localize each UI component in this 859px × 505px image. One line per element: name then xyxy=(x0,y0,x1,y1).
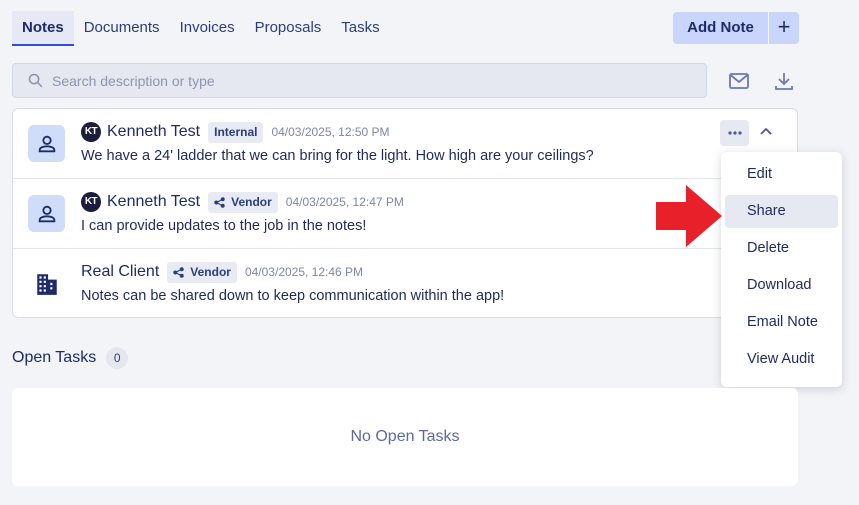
tab-bar: Notes Documents Invoices Proposals Tasks xyxy=(12,11,390,46)
menu-item-view-audit[interactable]: View Audit xyxy=(725,343,838,376)
chevron-up-icon[interactable] xyxy=(759,124,773,138)
tab-proposals[interactable]: Proposals xyxy=(245,11,332,46)
menu-item-email-note[interactable]: Email Note xyxy=(725,306,838,339)
note-author: Kenneth Test xyxy=(107,123,201,140)
building-icon xyxy=(36,273,57,295)
note-author: Kenneth Test xyxy=(107,193,201,210)
note-body: Notes can be shared down to keep communi… xyxy=(81,288,505,304)
author-initials: KT xyxy=(81,192,101,212)
search-bar xyxy=(12,63,707,98)
note-header: Real Client Vendor 04/03/2025, 12:46 PM xyxy=(81,261,363,283)
note-body: We have a 24' ladder that we can bring f… xyxy=(81,148,594,164)
download-icon[interactable] xyxy=(772,69,796,93)
badge-label: Vendor xyxy=(231,194,272,209)
open-tasks-header: Open Tasks 0 xyxy=(12,347,129,369)
note-body: I can provide updates to the job in the … xyxy=(81,218,367,234)
person-icon xyxy=(38,135,55,152)
note-timestamp: 04/03/2025, 12:47 PM xyxy=(285,195,404,209)
open-tasks-title: Open Tasks xyxy=(12,349,97,366)
add-note-plus-button[interactable]: + xyxy=(768,12,799,44)
ellipsis-icon xyxy=(727,131,742,135)
visibility-badge: Internal xyxy=(208,121,264,143)
email-icon[interactable] xyxy=(727,69,751,93)
empty-state-text: No Open Tasks xyxy=(350,428,460,445)
tab-tasks[interactable]: Tasks xyxy=(331,11,389,46)
person-icon xyxy=(38,205,55,222)
search-input[interactable] xyxy=(52,72,672,89)
note-author: Real Client xyxy=(81,263,160,280)
avatar xyxy=(28,265,65,302)
note-item: KT Kenneth Test Internal 04/03/2025, 12:… xyxy=(13,109,797,178)
add-note-split-button: Add Note + xyxy=(673,12,799,44)
open-tasks-count-badge: 0 xyxy=(106,347,129,369)
menu-item-share[interactable]: Share xyxy=(725,195,838,228)
add-note-button[interactable]: Add Note xyxy=(673,12,768,44)
badge-label: Vendor xyxy=(190,264,231,279)
red-arrow-annotation xyxy=(656,185,722,247)
note-actions-menu: Edit Share Delete Download Email Note Vi… xyxy=(721,152,842,387)
open-tasks-panel: No Open Tasks xyxy=(12,388,798,486)
avatar xyxy=(28,125,65,162)
note-header: KT Kenneth Test Vendor 04/03/2025, 12:47… xyxy=(81,191,404,213)
visibility-badge: Vendor xyxy=(208,191,278,213)
note-item: Real Client Vendor 04/03/2025, 12:46 PM … xyxy=(13,248,797,317)
avatar xyxy=(28,195,65,232)
tab-notes[interactable]: Notes xyxy=(12,11,74,46)
menu-item-download[interactable]: Download xyxy=(725,269,838,302)
tab-invoices[interactable]: Invoices xyxy=(170,11,245,46)
menu-item-edit[interactable]: Edit xyxy=(725,158,838,191)
tab-documents[interactable]: Documents xyxy=(74,11,170,46)
note-timestamp: 04/03/2025, 12:50 PM xyxy=(271,125,390,139)
visibility-badge: Vendor xyxy=(167,261,237,283)
menu-item-delete[interactable]: Delete xyxy=(725,232,838,265)
search-icon xyxy=(28,73,43,88)
share-icon xyxy=(173,266,184,278)
badge-label: Internal xyxy=(214,124,258,139)
more-options-button[interactable] xyxy=(720,120,749,146)
note-header: KT Kenneth Test Internal 04/03/2025, 12:… xyxy=(81,121,390,143)
note-timestamp: 04/03/2025, 12:46 PM xyxy=(244,265,364,279)
share-icon xyxy=(214,196,225,208)
author-initials: KT xyxy=(81,122,101,142)
